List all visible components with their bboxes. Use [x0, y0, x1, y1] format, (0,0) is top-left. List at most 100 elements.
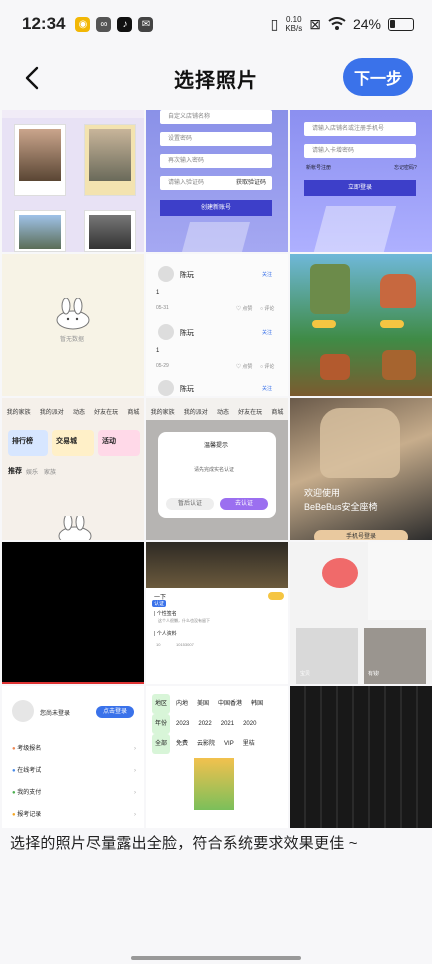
game-scene-shape	[380, 320, 404, 328]
status-bar: 12:34 ◉ ∞ ♪ ✉ ▯ 0.10 KB/s ⊠ 24%	[0, 0, 432, 48]
thumb-text: 10153007	[176, 642, 194, 647]
red-line	[2, 682, 144, 684]
message-icon: ✉	[138, 16, 154, 32]
photo-block	[368, 542, 432, 620]
avatar	[158, 380, 174, 396]
thumb-nav: 我的家族 我的派对 动态 好友在玩 商城	[150, 410, 284, 416]
sim-off-icon: ⊠	[309, 15, 321, 32]
photo-thumbnail-2[interactable]: 自定义店铺名称 设置密码 再次输入密码 请输入验证码 获取验证码 创建新账号	[146, 110, 288, 252]
decor-shape	[181, 222, 251, 252]
thumb-text: 关注	[262, 386, 273, 392]
app-icon: ∞	[96, 16, 112, 32]
thumb-text: ○ 评论	[260, 306, 275, 312]
seat-shape	[320, 408, 400, 478]
photo-thumbnail-7[interactable]: 我的家族 我的派对 动态 好友在玩 商城 排行榜 交易城 活动 推荐 娱乐 家族	[2, 398, 144, 540]
dark-photo	[290, 686, 432, 828]
thumb-nav: 我的家族 我的派对 动态 好友在玩 商城	[6, 410, 140, 416]
photo-thumbnail-13[interactable]: 您尚未登录 点击登录 ● 考级报名 › ● 在线考试 › ● 我的支付 › ● 报考记…	[2, 686, 144, 828]
back-button[interactable]	[14, 60, 50, 96]
chevron-left-icon	[25, 66, 39, 90]
avatar	[158, 266, 174, 282]
thumb-text: ○ 评论	[260, 364, 275, 370]
network-speed: 0.10 KB/s	[285, 15, 303, 33]
game-scene-shape	[310, 264, 350, 314]
thumb-field: 再次输入密码	[160, 154, 272, 168]
bunny-icon	[56, 298, 90, 330]
photo-thumbnail-1[interactable]	[2, 110, 144, 252]
movie-poster	[194, 758, 234, 810]
thumb-text: 新帐号注册	[306, 165, 332, 171]
avatar	[158, 324, 174, 340]
photo-thumbnail-3[interactable]: 请输入店铺名或注册手机号 请输入卡增密码 新帐号注册 忘记密码? 立即登录	[290, 110, 432, 252]
thumb-button: 点击登录	[96, 706, 134, 718]
thumb-text: 关注	[262, 272, 273, 278]
photo-frame	[14, 124, 66, 196]
page-title: 选择照片	[174, 69, 258, 92]
game-scene-shape	[312, 320, 336, 328]
thumb-card: 活动	[98, 430, 140, 456]
photo-thumbnail-5[interactable]: 陈玩 关注 1 05-31 ♡ 点赞 ○ 评论 陈玩 关注 1 05-29 ♡ …	[146, 254, 288, 396]
thumb-text: 您尚未登录	[40, 711, 71, 717]
thumb-text: 10	[156, 642, 161, 647]
thumb-field: 请输入验证码 获取验证码	[160, 176, 272, 190]
thumb-text: 欢迎使用	[304, 488, 341, 498]
thumb-text: 陈玩	[180, 386, 194, 393]
photo-thumbnail-12[interactable]: 宝贝 有钱!	[290, 542, 432, 684]
decor-shape	[313, 206, 397, 252]
thumb-text: BeBeBus安全座椅	[304, 502, 378, 512]
status-time: 12:34	[22, 14, 66, 33]
game-scene-shape	[382, 350, 416, 380]
thumb-text: ♡ 点赞	[236, 364, 253, 370]
photo-thumbnail-14[interactable]: 地区 内地 美国 中国香港 韩国 年份 2023 2022 2021 2020 全部 免费 云影院 V…	[146, 686, 288, 828]
game-scene-shape	[380, 274, 416, 308]
tiktok-icon: ♪	[117, 16, 133, 32]
avatar	[12, 700, 34, 722]
photo-grid: 自定义店铺名称 设置密码 再次输入密码 请输入验证码 获取验证码 创建新账号 请输…	[2, 110, 432, 828]
photo-thumbnail-4[interactable]: 暂无数据	[2, 254, 144, 396]
photo-thumbnail-11[interactable]: 一下 认证 | 个性签名 这个人很懒，什么也没有留下 | 个人资料 10 101…	[146, 542, 288, 684]
thumb-text: 1	[156, 348, 160, 354]
weibo-icon: ◉	[75, 16, 91, 32]
photo-frame	[84, 124, 136, 196]
notification-icons: ◉ ∞ ♪ ✉	[75, 16, 154, 32]
thumb-field: 请输入店铺名或注册手机号	[304, 122, 416, 136]
game-scene-shape	[320, 354, 350, 380]
wifi-icon	[328, 17, 346, 30]
photo-thumbnail-8[interactable]: 我的家族 我的派对 动态 好友在玩 商城 温馨提示 请先完成实名认证 暂后认证 去认证	[146, 398, 288, 540]
thumb-text: | 个性签名	[154, 611, 177, 617]
thumb-text: 忘记密码?	[394, 165, 417, 171]
thumb-text: ♡ 点赞	[236, 306, 253, 312]
thumb-field: 自定义店铺名称	[160, 110, 272, 124]
thumb-field: 设置密码	[160, 132, 272, 146]
thumb-text: 暂无数据	[60, 337, 85, 343]
thumb-text: 娱乐	[26, 470, 39, 476]
thumb-button: 手机号登录	[314, 530, 408, 540]
home-indicator[interactable]	[131, 956, 301, 960]
thumb-text: 有钱!	[368, 671, 380, 677]
thumb-menu: ● 考级报名 › ● 在线考试 › ● 我的支付 › ● 报考记录 ›	[12, 746, 136, 818]
photo-thumbnail-9[interactable]: 欢迎使用 BeBeBus安全座椅 手机号登录	[290, 398, 432, 540]
thumb-text: 陈玩	[180, 272, 194, 279]
thumb-text: 05-29	[156, 363, 169, 369]
thumb-card: 交易城	[52, 430, 94, 456]
vibrate-icon: ▯	[270, 15, 279, 32]
battery-percent: 24%	[352, 16, 381, 32]
selection-hint: 选择的照片尽量露出全脸，符合系统要求效果更佳 ~	[10, 835, 358, 852]
thumb-text: 1	[156, 290, 160, 296]
thumb-text: 这个人很懒，什么也没有留下	[158, 618, 210, 623]
thumb-card: 排行榜	[8, 430, 48, 456]
dialog-box: 温馨提示 请先完成实名认证 暂后认证 去认证	[158, 432, 276, 518]
thumb-text: 宝贝	[300, 671, 311, 677]
pig-sticker	[322, 558, 358, 588]
thumb-text: | 个人资料	[154, 631, 177, 637]
thumb-badge: 认证	[152, 600, 167, 607]
thumb-text: 陈玩	[180, 330, 194, 337]
thumb-text: 推荐	[8, 468, 22, 475]
header: 选择照片 下一步	[0, 52, 432, 104]
next-button[interactable]: 下一步	[343, 58, 413, 96]
thumb-text: 05-31	[156, 305, 169, 311]
thumb-text: 关注	[262, 330, 273, 336]
photo-thumbnail-15[interactable]	[290, 686, 432, 828]
photo-thumbnail-6[interactable]	[290, 254, 432, 396]
photo-thumbnail-10[interactable]	[2, 542, 144, 684]
